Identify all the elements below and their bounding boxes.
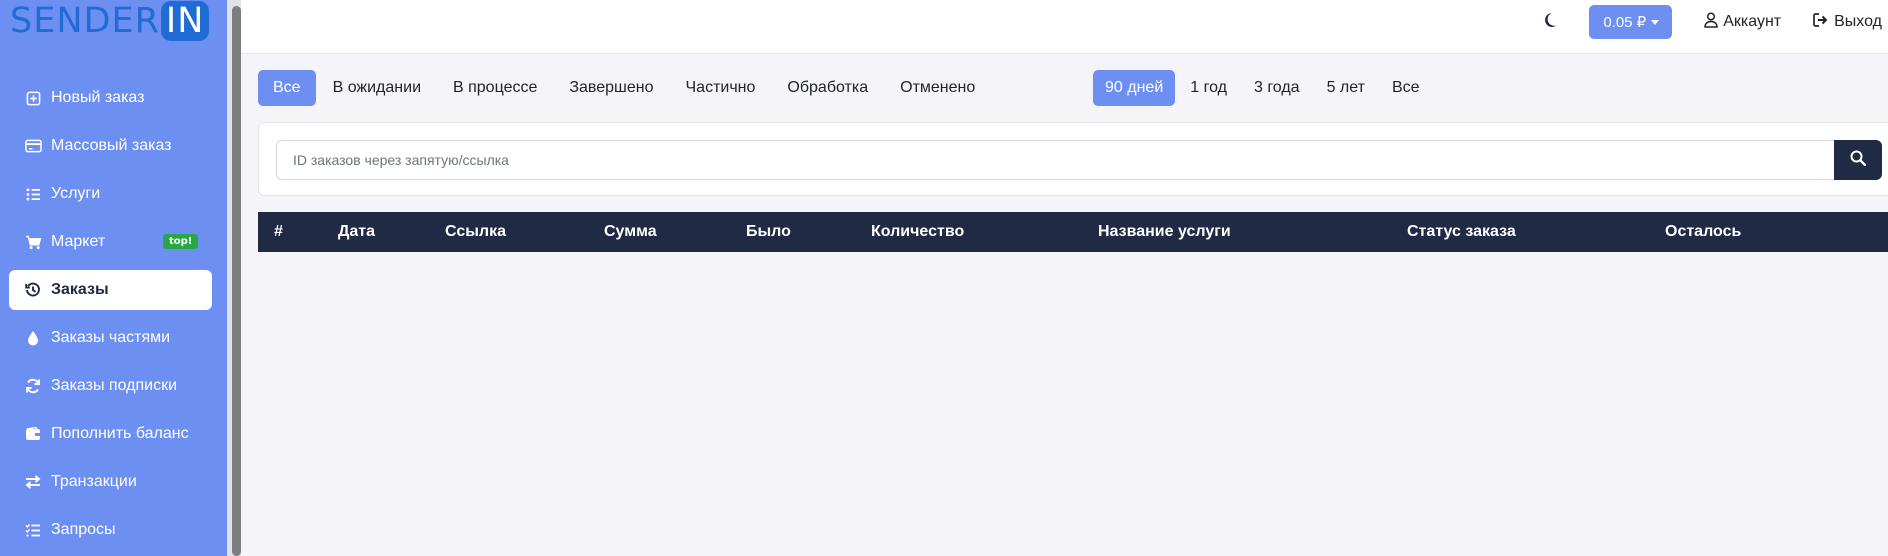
filter-canceled[interactable]: Отменено — [885, 70, 990, 106]
balance-value: 0.05 ₽ — [1603, 14, 1647, 31]
balance-dropdown-button[interactable]: 0.05 ₽ — [1589, 5, 1673, 39]
top-badge: top! — [163, 234, 199, 249]
filter-completed[interactable]: Завершено — [554, 70, 668, 106]
sidebar-item-market[interactable]: Маркет top! — [9, 222, 212, 262]
sidebar-item-subscriptions[interactable]: Заказы подписки — [9, 366, 212, 406]
status-filters: Все В ожидании В процессе Завершено Част… — [258, 70, 992, 106]
column-id[interactable]: # — [274, 212, 283, 252]
column-status[interactable]: Статус заказа — [1407, 212, 1516, 252]
period-5-years[interactable]: 5 лет — [1315, 70, 1377, 106]
filter-processing[interactable]: Обработка — [772, 70, 883, 106]
filter-in-progress[interactable]: В процессе — [438, 70, 552, 106]
refresh-icon — [24, 377, 42, 395]
column-start-count[interactable]: Было — [746, 212, 791, 252]
search-icon — [1850, 150, 1867, 171]
orders-table-header: # Дата Ссылка Сумма Было Количество Назв… — [258, 212, 1888, 252]
list-check-icon — [24, 521, 42, 539]
sidebar-item-new-order[interactable]: Новый заказ — [9, 78, 212, 118]
plus-square-icon — [24, 89, 42, 107]
period-filters: 90 дней 1 год 3 года 5 лет Все — [1093, 70, 1435, 106]
search-button[interactable] — [1834, 140, 1882, 180]
sidebar-item-tickets[interactable]: Запросы — [9, 510, 212, 550]
logo[interactable]: SENDER IN — [10, 0, 210, 42]
exchange-icon — [24, 473, 42, 491]
sidebar-item-label: Заказы подписки — [51, 377, 177, 394]
logout-label: Выход — [1834, 13, 1882, 30]
theme-toggle-button[interactable] — [1535, 7, 1565, 37]
user-icon — [1704, 11, 1723, 33]
sidebar-item-label: Запросы — [51, 521, 116, 538]
period-3-years[interactable]: 3 года — [1242, 70, 1312, 106]
logo-box: IN — [160, 1, 210, 41]
sidebar-item-label: Массовый заказ — [51, 137, 172, 154]
search-card — [258, 122, 1888, 196]
sidebar-item-transactions[interactable]: Транзакции — [9, 462, 212, 502]
sidebar-item-mass-order[interactable]: Массовый заказ — [9, 126, 212, 166]
column-link[interactable]: Ссылка — [445, 212, 506, 252]
filter-pending[interactable]: В ожидании — [318, 70, 436, 106]
sidebar-item-orders[interactable]: Заказы — [9, 270, 212, 310]
sidebar-item-label: Услуги — [51, 185, 101, 202]
sidebar-item-label: Заказы частями — [51, 329, 171, 346]
caret-down-icon — [1651, 19, 1660, 25]
sidebar-item-label: Заказы — [51, 281, 109, 298]
droplet-icon — [24, 329, 42, 347]
sidebar-item-drip-orders[interactable]: Заказы частями — [9, 318, 212, 358]
sidebar-item-label: Новый заказ — [51, 89, 145, 106]
sidebar-item-services[interactable]: Услуги — [9, 174, 212, 214]
column-remains[interactable]: Осталось — [1665, 212, 1741, 252]
column-service-name[interactable]: Название услуги — [1098, 212, 1231, 252]
account-link[interactable]: Аккаунт — [1704, 11, 1782, 33]
header-actions: 0.05 ₽ Аккаунт Выход — [1535, 5, 1888, 39]
period-90-days[interactable]: 90 дней — [1093, 70, 1176, 106]
history-icon — [24, 281, 42, 299]
sidebar-item-label: Маркет — [51, 233, 106, 250]
cart-icon — [24, 233, 42, 251]
logout-link[interactable]: Выход — [1813, 12, 1882, 32]
filter-all[interactable]: Все — [258, 70, 316, 106]
period-all[interactable]: Все — [1380, 70, 1432, 106]
filter-partial[interactable]: Частично — [671, 70, 771, 106]
sidebar-item-label: Транзакции — [51, 473, 137, 490]
column-date[interactable]: Дата — [338, 212, 375, 252]
credit-card-icon — [24, 137, 42, 155]
moon-icon — [1543, 12, 1557, 33]
column-charge[interactable]: Сумма — [604, 212, 657, 252]
top-header: 0.05 ₽ Аккаунт Выход — [241, 0, 1888, 54]
sidebar-item-add-funds[interactable]: Пополнить баланс — [9, 414, 212, 454]
search-input[interactable] — [276, 140, 1852, 180]
scrollbar-thumb[interactable] — [232, 6, 241, 556]
sidebar-item-label: Пополнить баланс — [51, 425, 189, 442]
period-1-year[interactable]: 1 год — [1178, 70, 1239, 106]
sidebar: SENDER IN Новый заказ Массовый заказ Усл… — [0, 0, 227, 556]
wallet-icon — [24, 425, 42, 443]
logo-text: SENDER — [10, 1, 160, 41]
sign-out-icon — [1813, 12, 1834, 32]
sidebar-menu: Новый заказ Массовый заказ Услуги Маркет… — [0, 78, 227, 556]
column-quantity[interactable]: Количество — [871, 212, 964, 252]
list-icon — [24, 185, 42, 203]
account-label: Аккаунт — [1723, 13, 1782, 30]
